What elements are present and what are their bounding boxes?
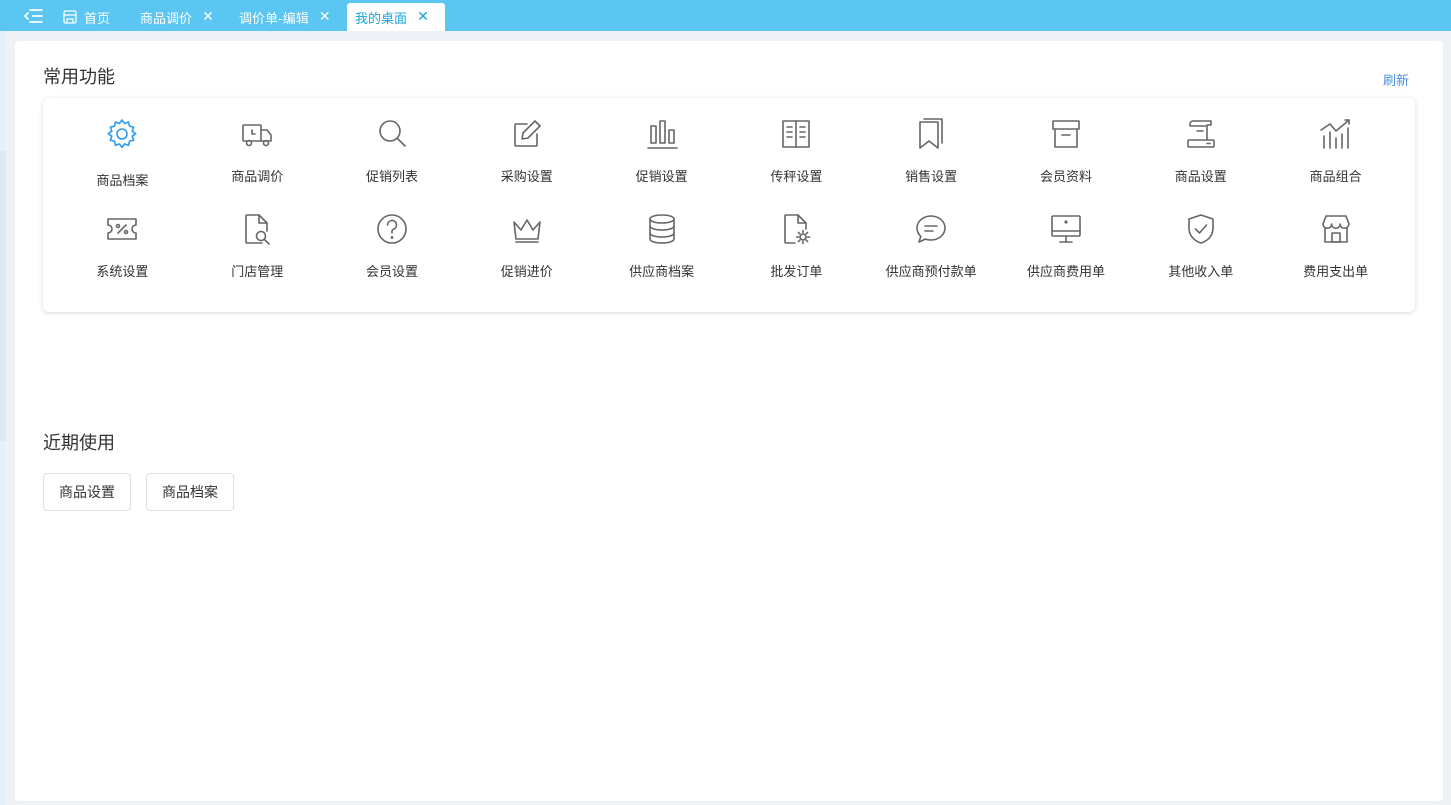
function-item-label: 会员资料 [1039, 170, 1092, 185]
ticket-percent-icon [107, 218, 138, 240]
function-item[interactable]: 采购设置 [459, 114, 594, 209]
truck-icon [242, 124, 272, 147]
tab-label: 调价单-编辑 [239, 11, 309, 27]
sidebar-edge-segment [0, 441, 6, 805]
function-item[interactable]: 门店管理 [190, 209, 325, 304]
sidebar-edge-segment [0, 31, 6, 151]
function-item[interactable]: 商品档案 [55, 114, 190, 209]
function-item[interactable]: 促销设置 [594, 114, 729, 209]
desktop-panel: 常用功能 刷新 商品档案 商品调价 促销列表 采购设置 促销设置 传秤设置 销售设置 会员资料… [15, 41, 1443, 801]
book-icon [782, 120, 811, 148]
close-icon[interactable]: ✕ [417, 10, 429, 24]
crown-icon [512, 219, 541, 243]
function-item[interactable]: 费用支出单 [1268, 209, 1403, 304]
function-item[interactable]: 商品组合 [1268, 114, 1403, 209]
close-icon[interactable]: ✕ [319, 10, 331, 24]
function-item-label: 门店管理 [231, 265, 284, 280]
function-item-label: 供应商预付款单 [885, 265, 977, 280]
common-functions-card: 商品档案 商品调价 促销列表 采购设置 促销设置 传秤设置 销售设置 会员资料 商品设置 商品组合… [43, 98, 1415, 312]
function-item-label: 商品设置 [1174, 170, 1227, 185]
function-item-label: 商品档案 [96, 174, 149, 189]
bar-chart-icon [646, 120, 678, 149]
file-search-icon [245, 214, 270, 245]
function-item-label: 商品调价 [231, 170, 284, 185]
function-item-label: 其他收入单 [1168, 265, 1234, 280]
recent-list: 商品设置 商品档案 [43, 473, 234, 511]
tab-home[interactable]: 首页 [54, 3, 118, 31]
function-grid: 商品档案 商品调价 促销列表 采购设置 促销设置 传秤设置 销售设置 会员资料 商品设置 商品组合… [55, 114, 1403, 304]
chat-bubble-icon [916, 215, 946, 243]
tab-label: 商品调价 [140, 11, 193, 27]
archive-box-icon [1052, 120, 1080, 148]
function-item-label: 促销列表 [365, 170, 418, 185]
tab-label: 我的桌面 [355, 11, 408, 27]
function-item-label: 促销进价 [500, 265, 553, 280]
function-item-label: 促销设置 [635, 170, 688, 185]
shop-icon [1321, 215, 1350, 243]
gear-icon [107, 119, 137, 149]
help-circle-icon [377, 214, 407, 244]
trend-chart-icon [1319, 119, 1350, 149]
function-item[interactable]: 促销列表 [325, 114, 460, 209]
monitor-icon [1051, 215, 1081, 243]
function-item-label: 供应商档案 [629, 265, 695, 280]
search-icon [379, 120, 406, 147]
function-item[interactable]: 商品设置 [1133, 114, 1268, 209]
tab-price-adjust[interactable]: 商品调价 ✕ [132, 3, 222, 31]
refresh-link[interactable]: 刷新 [1383, 70, 1409, 89]
function-item-label: 供应商费用单 [1026, 265, 1105, 280]
shield-check-icon [1187, 214, 1214, 244]
function-item[interactable]: 系统设置 [55, 209, 190, 304]
function-item[interactable]: 其他收入单 [1133, 209, 1268, 304]
function-item[interactable]: 供应商档案 [594, 209, 729, 304]
tab-label: 首页 [84, 11, 111, 27]
menu-toggle-icon[interactable] [22, 7, 44, 25]
recent-use-title: 近期使用 [43, 433, 115, 454]
function-item[interactable]: 促销进价 [459, 209, 594, 304]
scroll-icon [1186, 120, 1215, 148]
function-item-label: 会员设置 [365, 265, 418, 280]
function-item-label: 费用支出单 [1303, 265, 1369, 280]
recent-item-button[interactable]: 商品档案 [146, 473, 234, 511]
file-settings-icon [784, 214, 811, 245]
tab-bar: 首页 商品调价 ✕ 调价单-编辑 ✕ 我的桌面 ✕ [0, 0, 1451, 31]
function-item-label: 采购设置 [500, 170, 553, 185]
function-item-label: 商品组合 [1309, 170, 1362, 185]
edit-icon [513, 120, 541, 147]
function-item[interactable]: 会员设置 [325, 209, 460, 304]
function-item-label: 批发订单 [770, 265, 823, 280]
function-item[interactable]: 供应商费用单 [999, 209, 1134, 304]
common-functions-title: 常用功能 [43, 67, 115, 88]
function-item[interactable]: 供应商预付款单 [864, 209, 999, 304]
store-icon [62, 9, 78, 25]
function-item-label: 系统设置 [96, 265, 149, 280]
function-item[interactable]: 销售设置 [864, 114, 999, 209]
function-item[interactable]: 批发订单 [729, 209, 864, 304]
tab-my-desktop[interactable]: 我的桌面 ✕ [347, 3, 445, 31]
function-item-label: 销售设置 [905, 170, 958, 185]
tab-price-order-edit[interactable]: 调价单-编辑 ✕ [231, 3, 339, 31]
function-item[interactable]: 会员资料 [999, 114, 1134, 209]
sidebar-edge [0, 31, 6, 805]
close-icon[interactable]: ✕ [202, 10, 214, 24]
function-item[interactable]: 商品调价 [190, 114, 325, 209]
database-icon [648, 214, 675, 244]
function-item[interactable]: 传秤设置 [729, 114, 864, 209]
recent-item-button[interactable]: 商品设置 [43, 473, 131, 511]
bookmark-icon [919, 118, 943, 149]
function-item-label: 传秤设置 [770, 170, 823, 185]
